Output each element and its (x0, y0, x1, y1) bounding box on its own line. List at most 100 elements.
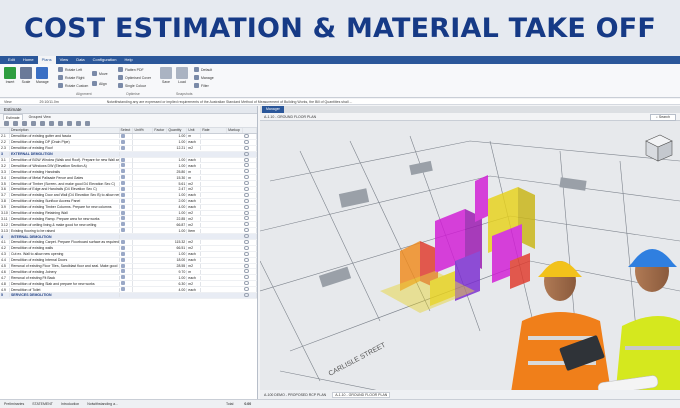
column-header[interactable]: Select (120, 128, 134, 133)
select-icon[interactable] (120, 287, 125, 292)
cut-icon[interactable] (31, 121, 36, 126)
select-icon[interactable] (120, 210, 125, 215)
default-button[interactable]: Default (194, 67, 212, 72)
toggle-icon[interactable] (244, 204, 250, 209)
toggle-icon[interactable] (244, 216, 250, 221)
toggle-icon[interactable] (244, 239, 250, 244)
select-icon[interactable] (120, 175, 125, 180)
snapshot-save-button[interactable]: Save (160, 67, 172, 84)
toggle-icon[interactable] (244, 222, 250, 227)
toggle-icon[interactable] (244, 245, 250, 250)
toggle-icon[interactable] (244, 133, 250, 138)
select-icon[interactable] (120, 216, 125, 221)
menu-3[interactable]: View (56, 56, 73, 64)
floor-plan-drawing[interactable]: CARLISLE STREET (260, 121, 680, 399)
toggle-icon[interactable] (244, 287, 250, 292)
tab-estimate[interactable]: Estimate (3, 114, 23, 120)
optimised-cover-button[interactable]: Optimised Cover (118, 75, 151, 80)
select-icon[interactable] (120, 186, 125, 191)
snapshot-manage-button[interactable]: Manage (194, 75, 214, 80)
sheet-tab[interactable]: Preliminaries (4, 402, 24, 406)
add-section-icon[interactable] (13, 121, 18, 126)
select-icon[interactable] (120, 228, 125, 233)
select-icon[interactable] (120, 133, 125, 138)
plan-selector[interactable]: A-1.10 - GROUND FLOOR PLAN (264, 115, 316, 119)
paste-icon[interactable] (49, 121, 54, 126)
select-icon[interactable] (120, 245, 125, 250)
select-icon[interactable] (120, 192, 125, 197)
menu-5[interactable]: Configuration (89, 56, 121, 64)
plan-tab[interactable]: A-1.10 - GROUND FLOOR PLAN (332, 391, 391, 398)
section-row[interactable]: 5 SERVICES DEMOLITION (0, 293, 258, 299)
menu-6[interactable]: Help (120, 56, 136, 64)
rotate-left-button[interactable]: Rotate Left (58, 67, 82, 72)
flatten-pdf-button[interactable]: Flatten PDF (118, 67, 144, 72)
toggle-icon[interactable] (244, 139, 250, 144)
copy-icon[interactable] (40, 121, 45, 126)
toggle-icon[interactable] (244, 145, 250, 150)
select-icon[interactable] (120, 169, 125, 174)
toggle-icon[interactable] (244, 198, 250, 203)
indent-icon[interactable] (58, 121, 63, 126)
snapshot-load-button[interactable]: Load (176, 67, 188, 84)
toggle-icon[interactable] (244, 210, 250, 215)
select-icon[interactable] (120, 263, 125, 268)
add-row-icon[interactable] (4, 121, 9, 126)
toggle-icon[interactable] (244, 151, 250, 156)
tab-grouped-view[interactable]: Grouped View (29, 114, 51, 120)
select-icon[interactable] (120, 281, 125, 286)
menu-0[interactable]: Edit (4, 56, 19, 64)
select-icon[interactable] (120, 198, 125, 203)
toggle-icon[interactable] (244, 228, 250, 233)
rotate-custom-button[interactable]: Rotate Custom (58, 83, 88, 88)
toggle-icon[interactable] (244, 281, 250, 286)
toggle-icon[interactable] (244, 181, 250, 186)
menu-4[interactable]: Data (72, 56, 88, 64)
move-button[interactable]: Move (92, 71, 108, 76)
select-icon[interactable] (120, 181, 125, 186)
select-icon[interactable] (120, 163, 125, 168)
select-icon[interactable] (120, 139, 125, 144)
align-button[interactable]: Align (92, 81, 107, 86)
column-header[interactable]: Unit% (133, 128, 154, 133)
toggle-icon[interactable] (244, 163, 250, 168)
menu-1[interactable]: Home (19, 56, 38, 64)
sheet-tab[interactable]: Introduction (61, 402, 79, 406)
select-icon[interactable] (120, 157, 125, 162)
toggle-icon[interactable] (244, 263, 250, 268)
menu-2[interactable]: Plans (37, 56, 56, 64)
select-icon[interactable] (120, 251, 125, 256)
select-icon[interactable] (120, 145, 125, 150)
outdent-icon[interactable] (67, 121, 72, 126)
column-header[interactable]: Rate (201, 128, 228, 133)
toggle-icon[interactable] (244, 257, 250, 262)
manage-button[interactable]: Manage (36, 67, 49, 84)
column-header[interactable] (0, 128, 10, 133)
sort-icon[interactable] (85, 121, 90, 126)
select-icon[interactable] (120, 222, 125, 227)
select-icon[interactable] (120, 269, 125, 274)
viewer-tab-manager[interactable]: Manager (262, 106, 284, 113)
toggle-icon[interactable] (244, 169, 250, 174)
filter-rows-icon[interactable] (76, 121, 81, 126)
toggle-icon[interactable] (244, 293, 250, 297)
select-icon[interactable] (120, 204, 125, 209)
single-colour-button[interactable]: Single Colour (118, 83, 146, 88)
select-icon[interactable] (120, 275, 125, 280)
column-header[interactable] (243, 128, 258, 133)
filter-button[interactable]: Filter (194, 83, 209, 88)
plan-tab[interactable]: A-100 DEMO - PROPOSED RCP PLAN (264, 393, 326, 397)
toggle-icon[interactable] (244, 175, 250, 180)
column-header[interactable]: Description (10, 128, 120, 133)
toggle-icon[interactable] (244, 234, 250, 239)
rotate-right-button[interactable]: Rotate Right (58, 75, 84, 80)
viewer-search-button[interactable]: ⌕ Search (649, 114, 676, 121)
column-header[interactable]: Unit (187, 128, 202, 133)
toggle-icon[interactable] (244, 269, 250, 274)
toggle-icon[interactable] (244, 192, 250, 197)
column-header[interactable]: Quantity (167, 128, 188, 133)
select-icon[interactable] (120, 239, 125, 244)
scale-button[interactable]: Scale (20, 67, 32, 84)
column-header[interactable]: Markup (227, 128, 244, 133)
toggle-icon[interactable] (244, 157, 250, 162)
